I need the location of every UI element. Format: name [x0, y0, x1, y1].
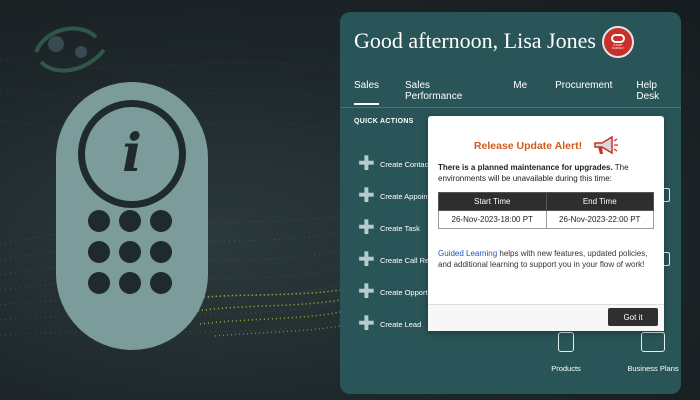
quick-action-create-contact[interactable]: ✚ Create Contact	[358, 148, 433, 180]
tab-procurement[interactable]: Procurement	[555, 78, 612, 107]
quick-action-create-call-report[interactable]: ✚ Create Call Rep	[358, 244, 433, 276]
quick-actions-list: ✚ Create Contact ✚ Create Appoint ✚ Create …	[358, 148, 433, 340]
device-illustration: i	[56, 82, 208, 350]
tab-sales-performance[interactable]: Sales Performance	[405, 78, 487, 107]
quick-action-create-opportunity[interactable]: ✚ Create Opport	[358, 276, 433, 308]
maintenance-table: Start Time End Time 26-Nov-2023-18:00 PT…	[438, 192, 654, 229]
tile-business-plans[interactable]: Business Plans	[626, 332, 680, 373]
megaphone-icon	[594, 135, 618, 155]
dialog-message: There is a planned maintenance for upgra…	[438, 163, 629, 183]
briefcase-icon	[641, 332, 665, 352]
tile-products[interactable]: Products	[546, 332, 586, 373]
table-header: Start Time	[438, 192, 547, 211]
greeting-title: Good afternoon, Lisa Jones	[354, 28, 596, 53]
got-it-button[interactable]: Got it	[608, 308, 658, 326]
plus-icon: ✚	[358, 313, 375, 335]
keypad-illustration	[88, 210, 178, 294]
tab-help-desk[interactable]: Help Desk	[636, 78, 681, 107]
start-survey-badge[interactable]: START SURVEY	[602, 26, 634, 58]
table-header: End Time	[545, 192, 654, 211]
release-update-dialog: Release Update Alert! There is a planned…	[428, 116, 664, 331]
plus-icon: ✚	[358, 217, 375, 239]
plus-icon: ✚	[358, 281, 375, 303]
end-time-cell: 26-Nov-2023-22:00 PT	[545, 210, 654, 229]
start-time-cell: 26-Nov-2023-18:00 PT	[438, 210, 547, 229]
quick-action-create-lead[interactable]: ✚ Create Lead	[358, 308, 433, 340]
tab-sales[interactable]: Sales	[354, 78, 380, 107]
oracle-ring-icon	[611, 34, 625, 43]
guided-learning-link[interactable]: Guided Learning	[438, 249, 497, 258]
quick-action-create-appointment[interactable]: ✚ Create Appoint	[358, 180, 433, 212]
quick-actions-title: QUICK ACTIONS	[354, 118, 414, 125]
table-row: 26-Nov-2023-18:00 PT 26-Nov-2023-22:00 P…	[438, 210, 654, 229]
phone-icon	[558, 332, 574, 352]
plus-icon: ✚	[358, 185, 375, 207]
dialog-note: Guided Learning helps with new features,…	[438, 249, 648, 269]
plus-icon: ✚	[358, 153, 375, 175]
nav-tabs: Sales Sales Performance Me Procurement H…	[340, 78, 681, 108]
plus-icon: ✚	[358, 249, 375, 271]
tab-me[interactable]: Me	[513, 78, 527, 107]
quick-action-create-task[interactable]: ✚ Create Task	[358, 212, 433, 244]
info-icon: i	[78, 100, 186, 208]
decorative-logo-icon	[34, 26, 106, 73]
